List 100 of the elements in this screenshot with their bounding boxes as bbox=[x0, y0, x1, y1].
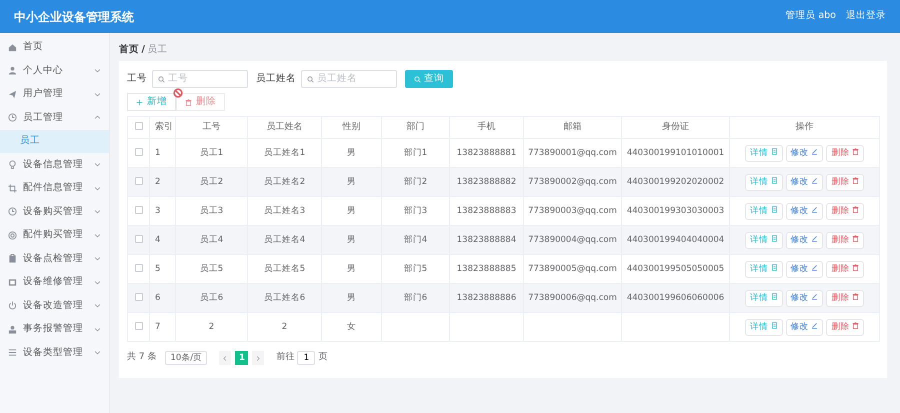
logout-link[interactable]: 退出登录 bbox=[846, 9, 886, 24]
edit-button[interactable]: 修改 bbox=[786, 232, 824, 248]
sidebar-item[interactable]: 配件购买管理 bbox=[0, 224, 109, 247]
document-icon bbox=[770, 177, 778, 184]
table-cell: 6 bbox=[155, 292, 160, 303]
column-header: 工号 bbox=[202, 122, 220, 132]
sidebar-item[interactable]: 设备类型管理 bbox=[0, 341, 109, 364]
detail-button[interactable]: 详情 bbox=[744, 202, 783, 220]
sidebar-item[interactable]: 设备点检管理 bbox=[0, 247, 109, 270]
search-input[interactable]: 员工姓名 bbox=[317, 72, 391, 86]
table-cell: 部门1 bbox=[404, 148, 428, 158]
delete-button[interactable]: 删除 bbox=[826, 232, 864, 248]
plus-icon bbox=[136, 98, 143, 106]
table-cell: 员工3 bbox=[200, 206, 224, 216]
search-input[interactable]: 工号 bbox=[168, 72, 242, 86]
pen-icon bbox=[811, 293, 818, 300]
breadcrumb-current: 员工 bbox=[147, 42, 168, 57]
delete-button[interactable]: 删除 bbox=[826, 260, 864, 278]
document-icon bbox=[770, 322, 778, 330]
search-field[interactable]: 工号 bbox=[152, 70, 248, 88]
row-checkbox[interactable] bbox=[134, 206, 142, 214]
app-title: 中小企业设备管理系统 bbox=[14, 8, 134, 26]
edit-button[interactable]: 修改 bbox=[786, 290, 824, 306]
column-header: 身份证 bbox=[662, 122, 689, 132]
row-checkbox[interactable] bbox=[134, 177, 142, 186]
table-cell: 部门2 bbox=[404, 176, 428, 187]
search-icon bbox=[414, 74, 421, 84]
page-input[interactable]: 1 bbox=[297, 351, 316, 365]
page-size-select[interactable]: 10条/页 bbox=[165, 351, 208, 365]
table-cell: 部门6 bbox=[404, 292, 428, 303]
page-button[interactable]: 1 bbox=[235, 351, 248, 365]
sidebar-item[interactable]: 个人中心 bbox=[0, 59, 109, 82]
sidebar-subitem[interactable]: 员工 bbox=[0, 130, 109, 153]
edit-button[interactable]: 修改 bbox=[786, 318, 824, 336]
select-all-checkbox[interactable] bbox=[134, 122, 142, 130]
goto-suffix: 页 bbox=[318, 351, 328, 364]
chevron-icon bbox=[94, 255, 101, 262]
column-header: 员工姓名 bbox=[266, 122, 302, 132]
trash-icon bbox=[852, 322, 860, 330]
send-icon bbox=[8, 90, 17, 99]
edit-button[interactable]: 修改 bbox=[786, 202, 824, 220]
sidebar-item[interactable]: 用户管理 bbox=[0, 82, 109, 106]
table-cell: 2 bbox=[208, 322, 214, 332]
search-field[interactable]: 员工姓名 bbox=[301, 70, 397, 88]
search-icon bbox=[307, 76, 314, 82]
detail-button[interactable]: 详情 bbox=[744, 174, 783, 190]
table-cell: 员工姓名3 bbox=[264, 206, 306, 216]
sidebar-item[interactable]: 设备信息管理 bbox=[0, 153, 109, 176]
delete-button[interactable]: 删除 bbox=[826, 202, 864, 220]
detail-button[interactable]: 详情 bbox=[744, 260, 783, 278]
column-header: 部门 bbox=[406, 122, 424, 132]
detail-button[interactable]: 详情 bbox=[744, 318, 783, 336]
edit-button[interactable]: 修改 bbox=[786, 144, 824, 162]
table-cell: 员工姓名5 bbox=[264, 264, 306, 274]
trash-icon bbox=[852, 206, 860, 214]
row-checkbox[interactable] bbox=[134, 148, 142, 156]
table-cell: 773890001@qq.com bbox=[528, 148, 617, 158]
next-page-button[interactable] bbox=[252, 351, 264, 365]
detail-button[interactable]: 详情 bbox=[744, 232, 783, 248]
pen-icon bbox=[811, 264, 818, 272]
delete-button[interactable]: 删除 bbox=[826, 144, 864, 162]
sidebar-item[interactable]: 设备维修管理 bbox=[0, 270, 109, 294]
row-checkbox[interactable] bbox=[134, 322, 142, 330]
table-cell: 男 bbox=[347, 234, 356, 245]
delete-button[interactable]: 删除 bbox=[826, 174, 864, 190]
document-icon bbox=[770, 264, 778, 272]
table-cell: 13823888883 bbox=[456, 206, 516, 216]
table-cell: 员工4 bbox=[200, 234, 224, 245]
chevron-icon bbox=[94, 161, 101, 168]
table-cell: 440300199101010001 bbox=[626, 148, 724, 158]
chevron-icon bbox=[94, 184, 101, 192]
pen-icon bbox=[811, 322, 818, 330]
sidebar-item[interactable]: 首页 bbox=[0, 36, 109, 59]
table-cell: 13823888882 bbox=[456, 176, 516, 187]
sidebar-item[interactable]: 事务报警管理 bbox=[0, 318, 109, 341]
detail-button[interactable]: 详情 bbox=[744, 144, 783, 162]
edit-button[interactable]: 修改 bbox=[786, 260, 824, 278]
delete-button[interactable]: 删除 bbox=[826, 290, 864, 306]
sidebar-item[interactable]: 员工管理 bbox=[0, 106, 109, 130]
add-button[interactable]: 新增 bbox=[127, 93, 176, 111]
sidebar-item[interactable]: 设备改造管理 bbox=[0, 294, 109, 318]
sidebar-item[interactable]: 设备购买管理 bbox=[0, 200, 109, 224]
breadcrumb-link[interactable]: 首页 bbox=[119, 42, 139, 58]
previous-page-button[interactable] bbox=[219, 351, 232, 365]
delete-button[interactable]: 删除 bbox=[826, 318, 864, 336]
chevron-left-icon bbox=[222, 354, 228, 362]
row-checkbox[interactable] bbox=[134, 264, 142, 272]
table-cell: 4 bbox=[155, 234, 160, 245]
goto-label: 前往 bbox=[276, 351, 294, 364]
detail-button[interactable]: 详情 bbox=[744, 290, 783, 306]
column-header: 手机 bbox=[478, 122, 496, 132]
table-cell: 440300199404040004 bbox=[626, 234, 724, 245]
row-checkbox[interactable] bbox=[134, 235, 142, 244]
row-checkbox[interactable] bbox=[134, 293, 142, 302]
document-icon bbox=[770, 206, 778, 214]
sidebar-item[interactable]: 配件信息管理 bbox=[0, 176, 109, 200]
table-cell: 773890003@qq.com bbox=[528, 206, 617, 216]
trash-icon bbox=[852, 148, 860, 156]
edit-button[interactable]: 修改 bbox=[786, 174, 824, 190]
table-cell: 员工姓名1 bbox=[264, 148, 306, 158]
